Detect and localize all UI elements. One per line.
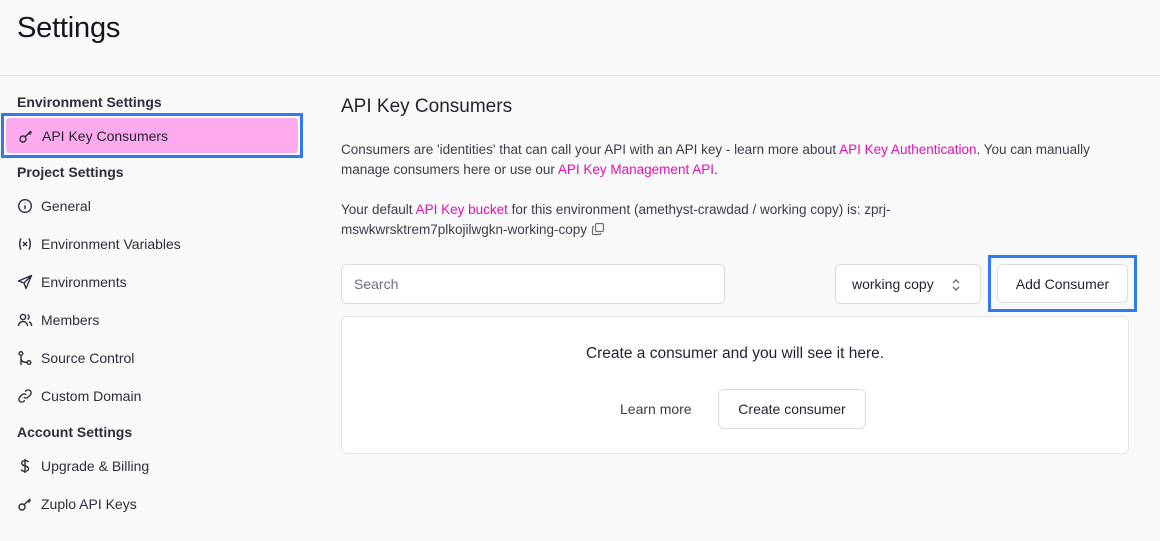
dollar-icon xyxy=(17,458,33,474)
environment-select[interactable]: working copy xyxy=(835,264,981,304)
sidebar-item-label: General xyxy=(41,198,91,214)
environment-select-value: working copy xyxy=(852,276,934,292)
add-consumer-button[interactable]: Add Consumer xyxy=(997,264,1128,303)
sidebar-item-environment-variables[interactable]: Environment Variables xyxy=(17,232,181,256)
sidebar-item-api-key-consumers[interactable]: API Key Consumers xyxy=(1,113,303,158)
api-key-authentication-link[interactable]: API Key Authentication xyxy=(839,142,976,157)
page-title: Settings xyxy=(17,12,121,44)
api-key-management-api-link[interactable]: API Key Management API xyxy=(558,162,714,177)
info-icon xyxy=(17,198,33,214)
sidebar-item-label: Upgrade & Billing xyxy=(41,458,150,474)
add-consumer-highlight: Add Consumer xyxy=(988,255,1137,312)
chevron-up-down-icon xyxy=(952,279,960,291)
users-icon xyxy=(17,312,33,328)
empty-state-text: Create a consumer and you will see it he… xyxy=(585,345,885,362)
copy-icon[interactable] xyxy=(591,222,605,236)
intro-text: Consumers are 'identities' that can call… xyxy=(341,140,1091,180)
sidebar-item-zuplo-api-keys[interactable]: Zuplo API Keys xyxy=(17,492,137,516)
intro-text-part: Consumers are 'identities' that can call… xyxy=(341,142,840,157)
sidebar-item-label: Environment Variables xyxy=(41,236,181,252)
key-icon xyxy=(17,496,33,512)
main-title: API Key Consumers xyxy=(341,96,513,117)
key-icon xyxy=(18,128,34,144)
sidebar-item-upgrade-billing[interactable]: Upgrade & Billing xyxy=(17,454,149,478)
sidebar-item-label: Members xyxy=(41,312,100,328)
sidebar-item-active-bg: API Key Consumers xyxy=(6,118,298,153)
sidebar-item-label: Custom Domain xyxy=(41,388,142,404)
sidebar-item-source-control[interactable]: Source Control xyxy=(17,346,134,370)
send-icon xyxy=(17,274,33,290)
section-label-environment: Environment Settings xyxy=(17,94,162,110)
empty-state-card: Create a consumer and you will see it he… xyxy=(341,316,1129,454)
sidebar-item-general[interactable]: General xyxy=(17,194,91,218)
git-icon xyxy=(17,350,33,366)
sidebar-item-environments[interactable]: Environments xyxy=(17,270,127,294)
sidebar-item-label: Zuplo API Keys xyxy=(41,496,137,512)
bucket-text-part: Your default xyxy=(341,202,416,217)
api-key-bucket-link[interactable]: API Key bucket xyxy=(416,202,508,217)
sidebar-item-label: Source Control xyxy=(41,350,135,366)
section-label-account: Account Settings xyxy=(17,424,133,440)
header-divider xyxy=(0,75,1160,76)
section-label-project: Project Settings xyxy=(17,164,124,180)
sidebar-item-label: Environments xyxy=(41,274,127,290)
link-icon xyxy=(17,388,33,404)
search-input[interactable] xyxy=(341,264,725,304)
bucket-text: Your default API Key bucket for this env… xyxy=(341,200,981,240)
learn-more-link[interactable]: Learn more xyxy=(620,401,692,417)
variable-icon xyxy=(17,236,33,252)
sidebar-item-members[interactable]: Members xyxy=(17,308,99,332)
create-consumer-button[interactable]: Create consumer xyxy=(718,389,866,429)
sidebar-item-label: API Key Consumers xyxy=(42,127,169,144)
intro-text-part: . xyxy=(713,162,718,177)
sidebar-item-custom-domain[interactable]: Custom Domain xyxy=(17,384,141,408)
